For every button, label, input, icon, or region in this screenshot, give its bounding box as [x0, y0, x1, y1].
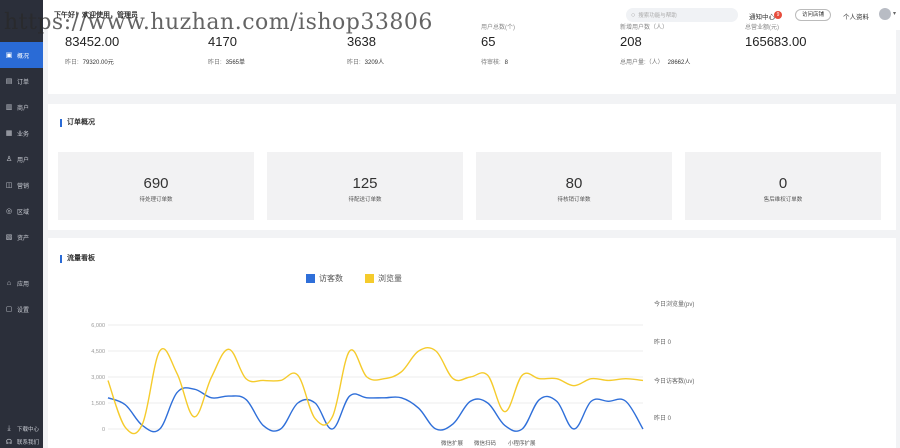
sidebar: ▣ 概况 ▤ 订单 ▥ 商户 ▦ 业务 ♙ 用户 ◫ 营销 ◎ 区域 ▧ 资产 ⌂ 应用 ▢ 设置 ⤓ 下载中心 ☊ 联系…	[0, 0, 43, 448]
order-box-label: 售后维权订单数	[763, 197, 803, 203]
sidebar-item-label: 下载中心	[17, 426, 40, 433]
sidebar-item-download[interactable]: ⤓ 下载中心	[0, 422, 43, 435]
sidebar-item-label: 订单	[17, 79, 30, 86]
search-icon: ○	[631, 11, 636, 19]
traffic-board-card: 流量看板 访客数 浏览量 6,000 4,500 3,000 1,500 0 微信扩展 微信…	[48, 238, 896, 448]
app-root: https://www.huzhan.com/ishop33806 ▣ 概况 ▤ 订单…	[0, 0, 900, 448]
sidebar-logo	[0, 0, 43, 42]
notification-center-button[interactable]: 通知中心 9	[749, 11, 782, 21]
order-box-pending[interactable]: 690 待处理订单数	[58, 152, 254, 220]
stat-visitors: 3638 昨日: 3209人	[347, 22, 384, 66]
notification-label: 通知中心	[749, 14, 775, 21]
sidebar-item-settings[interactable]: ▢ 设置	[0, 296, 43, 322]
sidebar-item-asset[interactable]: ▧ 资产	[0, 224, 43, 250]
headset-icon: ☊	[5, 438, 13, 446]
y-tick-label: 3,000	[91, 375, 105, 381]
user-icon: ♙	[5, 156, 13, 163]
yesterday-uv: 昨日 0	[654, 416, 672, 422]
order-box-to-ship[interactable]: 125 待配送订单数	[267, 152, 463, 220]
stat-users: 用户总数(个) 65 待审核: 8	[481, 25, 515, 66]
today-uv-label: 今日访客数(uv)	[654, 379, 695, 385]
order-box-label: 待处理订单数	[139, 197, 173, 203]
asset-icon: ▧	[5, 234, 13, 241]
series-line-pageviews	[107, 347, 644, 435]
sidebar-item-label: 区域	[17, 209, 30, 216]
download-icon: ⤓	[7, 424, 11, 432]
order-overview-card: 订单概况 690 待处理订单数 125 待配送订单数 80 待核销订单数 0 售…	[48, 104, 896, 230]
stat-revenue: 总营业额(元) 165683.00	[745, 25, 807, 49]
sidebar-item-store[interactable]: ▥ 商户	[0, 94, 43, 120]
sidebar-item-dashboard[interactable]: ▣ 概况	[0, 42, 43, 68]
order-box-value: 690	[143, 175, 169, 192]
app-icon: ⌂	[6, 279, 12, 287]
sidebar-item-label: 营销	[17, 183, 30, 190]
order-overview-title: 订单概况	[60, 119, 95, 127]
order-box-value: 80	[565, 175, 583, 192]
stat-new-users: 新增用户数（人） 208 总用户量:（人） 28662人	[620, 25, 691, 66]
yesterday-pv: 昨日 0	[654, 340, 672, 346]
sidebar-item-label: 用户	[17, 157, 30, 164]
series-line-visitors	[107, 387, 644, 433]
sidebar-item-label: 资产	[17, 235, 30, 242]
y-tick-label: 0	[102, 427, 105, 433]
sidebar-item-order[interactable]: ▤ 订单	[0, 68, 43, 94]
stat-sub: 昨日: 79320.00元	[65, 60, 114, 66]
dashboard-icon: ▣	[5, 52, 13, 59]
order-box-label: 待配送订单数	[348, 197, 382, 203]
traffic-line-chart: 6,000 4,500 3,000 1,500 0 微信扩展 微信扫码 小程序扩展	[91, 323, 644, 447]
stat-sub: 待审核: 8	[481, 60, 509, 66]
order-box-value: 125	[352, 175, 378, 192]
stat-value: 165683.00	[745, 34, 807, 49]
visit-store-button[interactable]: 访问店铺	[795, 9, 832, 21]
search-input[interactable]: ○ 搜索功能与帮助	[626, 8, 738, 22]
sidebar-item-app[interactable]: ⌂ 应用	[0, 270, 43, 296]
y-tick-label: 4,500	[91, 349, 105, 355]
stat-value: 65	[481, 34, 496, 49]
chevron-down-icon[interactable]: ▾	[893, 10, 896, 17]
chart-bottom-label: 微信扫码	[474, 439, 497, 447]
stats-card: 83452.00 昨日: 79320.00元 4170 昨日: 3565单 3638…	[48, 22, 896, 94]
stat-value: 4170	[208, 34, 237, 49]
y-tick-label: 1,500	[91, 401, 105, 407]
sidebar-item-marketing[interactable]: ◫ 营销	[0, 172, 43, 198]
sidebar-item-user[interactable]: ♙ 用户	[0, 146, 43, 172]
profile-link[interactable]: 个人资料	[843, 11, 869, 21]
briefcase-icon: ▦	[5, 130, 13, 137]
order-box-value: 0	[778, 175, 788, 192]
chart-bottom-label: 小程序扩展	[508, 439, 536, 447]
avatar[interactable]	[879, 8, 891, 20]
stat-sub: 昨日: 3565单	[208, 60, 246, 66]
sidebar-item-label: 商户	[17, 105, 30, 112]
region-icon: ◎	[5, 208, 13, 215]
stat-value: 3638	[347, 34, 376, 49]
stat-value: 83452.00	[65, 34, 120, 49]
stat-sales: 83452.00 昨日: 79320.00元	[65, 22, 119, 66]
stat-value: 208	[620, 34, 642, 49]
order-box-to-verify[interactable]: 80 待核销订单数	[476, 152, 672, 220]
stat-orders: 4170 昨日: 3565单	[208, 22, 245, 66]
sidebar-item-label: 设置	[17, 307, 30, 314]
store-icon: ▥	[5, 104, 13, 111]
marketing-icon: ◫	[5, 182, 13, 189]
order-icon: ▤	[5, 78, 13, 85]
notification-badge: 9	[774, 11, 782, 19]
sidebar-item-label: 业务	[17, 131, 30, 138]
y-tick-label: 6,000	[91, 323, 105, 329]
greeting-text: 下午好！欢迎使用，管理员	[54, 12, 138, 19]
search-placeholder: 搜索功能与帮助	[638, 13, 677, 19]
sidebar-item-label: 联系我们	[17, 439, 40, 446]
stat-sub: 总用户量:（人） 28662人	[620, 60, 691, 66]
stat-sub: 昨日: 3209人	[347, 60, 385, 66]
sidebar-item-headset[interactable]: ☊ 联系我们	[0, 435, 43, 448]
order-box-label: 待核销订单数	[557, 197, 591, 203]
sidebar-item-briefcase[interactable]: ▦ 业务	[0, 120, 43, 146]
today-pv-label: 今日浏览量(pv)	[654, 302, 695, 308]
settings-icon: ▢	[5, 306, 13, 313]
sidebar-item-label: 应用	[17, 281, 30, 288]
chart-bottom-label: 微信扩展	[441, 439, 464, 447]
order-box-after-sales[interactable]: 0 售后维权订单数	[685, 152, 881, 220]
sidebar-item-region[interactable]: ◎ 区域	[0, 198, 43, 224]
sidebar-item-label: 概况	[17, 53, 30, 60]
